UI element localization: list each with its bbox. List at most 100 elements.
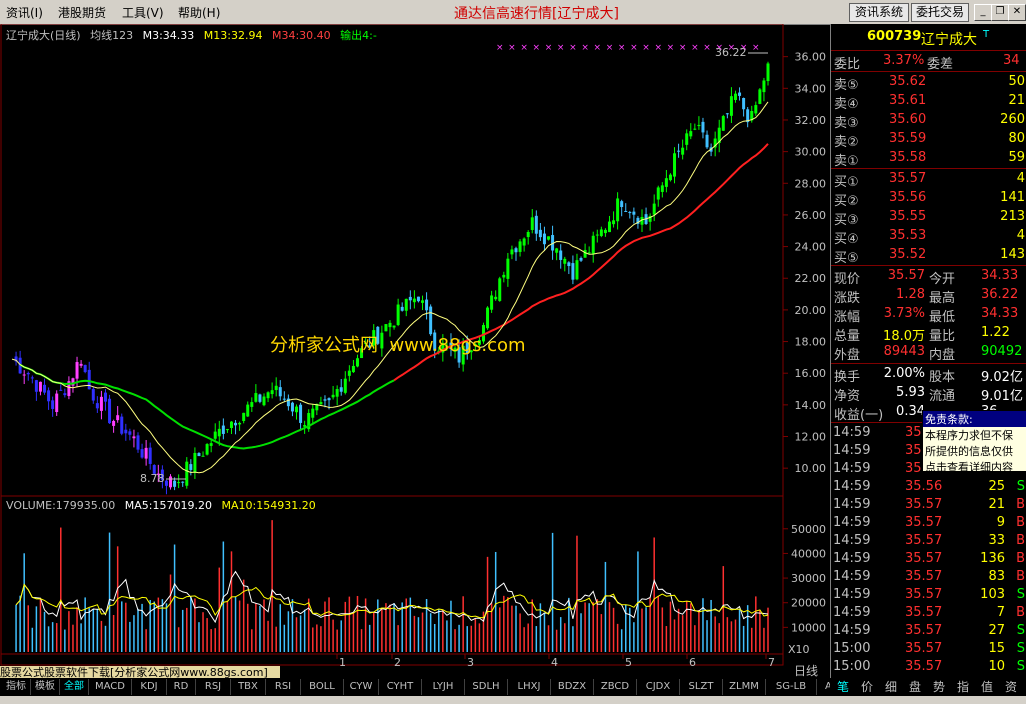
candle-body — [547, 236, 551, 240]
sell-price[interactable]: 35.58 — [889, 150, 926, 165]
candle-body — [571, 263, 575, 280]
indicator-tab[interactable]: LHXJ — [508, 679, 551, 695]
tick-price: 35.57 — [905, 623, 943, 638]
m34-value: M34:30.40 — [271, 29, 331, 42]
date-tick-label: 3 — [467, 656, 474, 666]
sell-volume: 59 — [1008, 150, 1025, 165]
candle-body — [30, 377, 34, 379]
kline-chart[interactable]: 36.00 34.00 32.00 30.00 28.00 26.00 24.00 22.00… — [0, 23, 830, 678]
tick-price: 35.57 — [905, 569, 943, 584]
weicha-value: 34 — [1003, 53, 1020, 68]
menu-tools[interactable]: 工具(V) — [122, 4, 164, 21]
buy-volume: 213 — [1000, 209, 1025, 224]
ma13-line — [11, 101, 769, 474]
restore-icon[interactable]: ❐ — [991, 4, 1009, 21]
candle-body — [583, 249, 587, 258]
indicator-tab[interactable]: MACD — [89, 679, 132, 695]
buy-price[interactable]: 35.56 — [889, 190, 926, 205]
stat-value: 90492 — [981, 344, 1023, 359]
stat-label: 涨跌 — [834, 291, 861, 306]
buy-price[interactable]: 35.52 — [889, 247, 926, 262]
buy-price[interactable]: 35.53 — [889, 228, 926, 243]
close-icon[interactable]: ✕ — [1008, 4, 1026, 21]
panel-tab[interactable]: 盘 — [904, 679, 926, 695]
sell-price[interactable]: 35.60 — [889, 112, 926, 127]
date-tick-label: 4 — [551, 656, 558, 666]
minimize-icon[interactable]: _ — [974, 4, 992, 21]
status-bar — [0, 696, 1026, 704]
sell-level-label: 卖④ — [834, 97, 859, 112]
candle-body — [693, 128, 697, 130]
panel-tab[interactable]: 笔 — [832, 679, 854, 695]
menu-info[interactable]: 资讯(I) — [6, 4, 43, 21]
indicator-tab[interactable]: 指标 — [2, 679, 31, 695]
buy-level-label: 买④ — [834, 232, 859, 247]
indicator-tab[interactable]: RSI — [266, 679, 301, 695]
indicator-tab[interactable]: TBX — [231, 679, 266, 695]
tick-time: 14:59 — [833, 425, 871, 440]
candle-body — [701, 121, 705, 133]
menu-hk-futures[interactable]: 港股期货 — [58, 4, 106, 21]
panel-tab[interactable]: 资 — [1000, 679, 1022, 695]
sell-price[interactable]: 35.62 — [889, 74, 926, 89]
indicator-tab[interactable]: SDLH — [465, 679, 508, 695]
menu-help[interactable]: 帮助(H) — [178, 4, 220, 21]
sell-level-label: 卖⑤ — [834, 78, 859, 93]
candle-body — [79, 363, 83, 366]
panel-tab[interactable]: 值 — [976, 679, 998, 695]
candle-body — [502, 274, 506, 278]
info-system-button[interactable]: 资讯系统 — [849, 3, 909, 22]
indicator-tab[interactable]: SLZT — [680, 679, 723, 695]
indicator-tab[interactable]: BOLL — [301, 679, 344, 695]
price-tick-label: 36.00 — [795, 51, 827, 64]
buy-price[interactable]: 35.57 — [889, 171, 926, 186]
tick-row: 14:59 35.56 25 S — [831, 478, 1026, 496]
indicator-tab[interactable]: CJDX — [637, 679, 680, 695]
candle-body — [238, 422, 242, 425]
candle-body — [404, 298, 408, 311]
indicator-tab[interactable]: KDJ — [132, 679, 167, 695]
indicator-tab[interactable]: 模板 — [31, 679, 60, 695]
indicator-tab[interactable]: ZBCD — [594, 679, 637, 695]
candle-body — [246, 404, 250, 417]
indicator-tab[interactable]: RSJ — [196, 679, 231, 695]
stat-label: 量比 — [929, 329, 956, 344]
panel-tab[interactable]: 价 — [856, 679, 878, 695]
indicator-tab[interactable]: LYJH — [422, 679, 465, 695]
m13-value: M13:32.94 — [203, 29, 263, 42]
candle-body — [758, 89, 762, 104]
tick-volume: 15 — [988, 641, 1005, 656]
panel-tab[interactable]: 势 — [928, 679, 950, 695]
candle-body — [607, 221, 611, 233]
indicator-tab[interactable]: BDZX — [551, 679, 594, 695]
sell-price[interactable]: 35.61 — [889, 93, 926, 108]
sell-level-label: 卖③ — [834, 116, 859, 131]
indicator-tab[interactable]: CYHT — [379, 679, 422, 695]
candle-body — [319, 402, 323, 405]
signal-marker: × — [654, 43, 662, 53]
period-label[interactable]: 日线 — [794, 662, 818, 679]
panel-tab-bar: 笔价细盘势指值资 — [830, 678, 1026, 696]
disclaimer-popup[interactable]: 免责条款: 本程序力求但不保 所提供的信息仅供 点击查看详细内容 — [922, 410, 1026, 472]
indicator-tab[interactable]: ZLMM — [723, 679, 766, 695]
sell-level-label: 卖② — [834, 135, 859, 150]
sell-price[interactable]: 35.59 — [889, 131, 926, 146]
fundamental-label: 换手 — [834, 370, 861, 385]
signal-marker: × — [752, 43, 760, 53]
buy-price[interactable]: 35.55 — [889, 209, 926, 224]
indicator-tab[interactable]: CYW — [344, 679, 379, 695]
indicator-tab[interactable]: SG-LB — [766, 679, 817, 695]
volume-tick-label: 20000 — [791, 597, 826, 610]
panel-tab[interactable]: 细 — [880, 679, 902, 695]
price-tick-label: 18.00 — [795, 336, 827, 349]
high-price-label: 36.22 — [715, 46, 747, 59]
candle-body — [234, 422, 238, 426]
candle-body — [408, 296, 412, 301]
candle-body — [189, 464, 193, 470]
indicator-tab[interactable]: 全部 — [60, 679, 89, 695]
signal-marker: × — [691, 43, 699, 53]
price-tick-label: 22.00 — [795, 272, 827, 285]
trade-order-button[interactable]: 委托交易 — [911, 3, 969, 22]
indicator-tab[interactable]: RD — [167, 679, 196, 695]
panel-tab[interactable]: 指 — [952, 679, 974, 695]
